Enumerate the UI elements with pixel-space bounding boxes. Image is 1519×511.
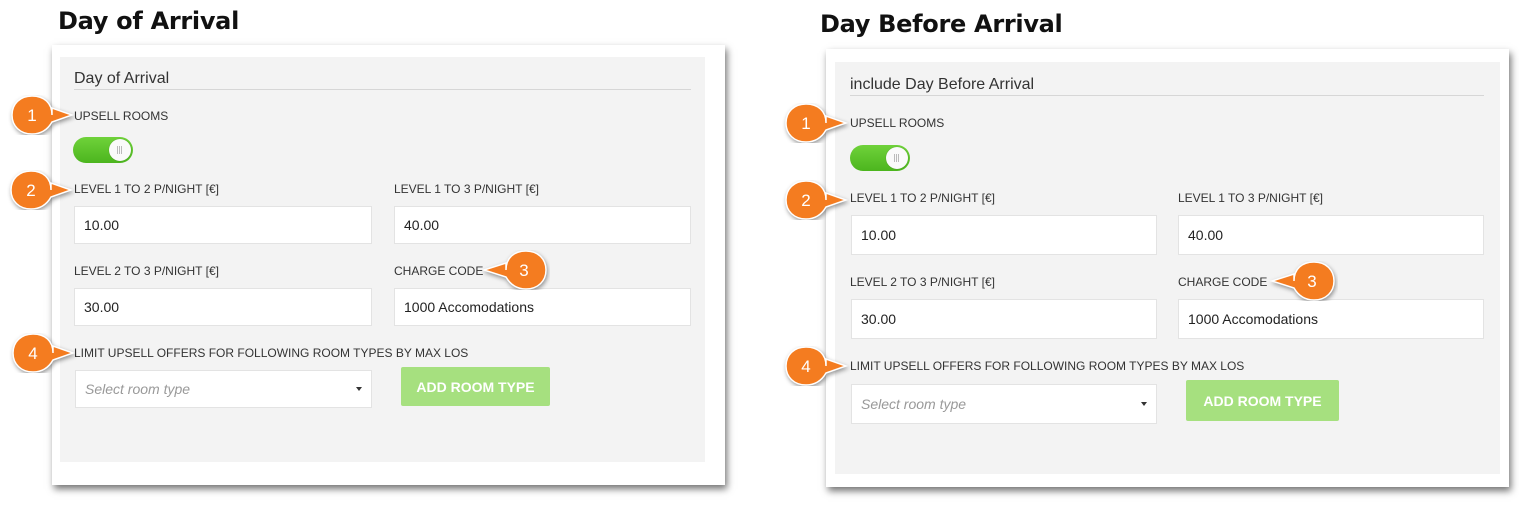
level-1-to-2-input[interactable]: 10.00 [74, 206, 372, 244]
callout-marker-2: 2 [785, 180, 849, 220]
callout-number: 1 [801, 114, 810, 133]
level-2-to-3-input[interactable]: 30.00 [851, 299, 1157, 339]
level-2-to-3-input[interactable]: 30.00 [74, 288, 372, 326]
chevron-down-icon [1141, 402, 1147, 406]
room-type-select-placeholder: Select room type [861, 396, 967, 412]
callout-marker-4: 4 [12, 333, 76, 373]
upsell-rooms-toggle[interactable] [850, 145, 910, 171]
toggle-knob [109, 139, 131, 161]
callout-marker-1: 1 [785, 103, 849, 143]
level-2-to-3-label: LEVEL 2 TO 3 P/NIGHT [€] [74, 264, 219, 278]
level-1-to-2-input[interactable]: 10.00 [851, 215, 1157, 255]
room-type-select[interactable]: Select room type [75, 370, 372, 408]
callout-number: 1 [27, 106, 36, 125]
section-heading-day-of-arrival: Day of Arrival [58, 7, 240, 35]
charge-code-label: CHARGE CODE [394, 264, 484, 278]
charge-code-label: CHARGE CODE [1178, 275, 1268, 289]
callout-number: 2 [801, 191, 810, 210]
callout-number: 3 [1307, 272, 1316, 291]
room-type-select[interactable]: Select room type [851, 384, 1157, 424]
callout-number: 4 [28, 344, 37, 363]
level-1-to-3-input[interactable]: 40.00 [394, 206, 691, 244]
divider [850, 95, 1484, 96]
level-1-to-3-label: LEVEL 1 TO 3 P/NIGHT [€] [1178, 191, 1323, 205]
limit-upsell-label: LIMIT UPSELL OFFERS FOR FOLLOWING ROOM T… [74, 346, 469, 360]
charge-code-input[interactable]: 1000 Accomodations [1178, 299, 1484, 339]
upsell-rooms-toggle[interactable] [73, 137, 133, 163]
callout-marker-2: 2 [10, 170, 74, 210]
panel-title: Day of Arrival [74, 70, 170, 87]
add-room-type-button[interactable]: ADD ROOM TYPE [401, 367, 550, 406]
room-type-select-placeholder: Select room type [85, 381, 191, 397]
upsell-rooms-label: UPSELL ROOMS [850, 116, 945, 130]
divider [74, 89, 691, 90]
level-1-to-2-label: LEVEL 1 TO 2 P/NIGHT [€] [74, 182, 219, 196]
chevron-down-icon [356, 387, 362, 391]
limit-upsell-label: LIMIT UPSELL OFFERS FOR FOLLOWING ROOM T… [850, 359, 1245, 373]
callout-marker-3: 3 [481, 250, 547, 290]
section-heading-day-before-arrival: Day Before Arrival [820, 10, 1063, 38]
level-1-to-3-input[interactable]: 40.00 [1178, 215, 1484, 255]
callout-marker-3: 3 [1269, 261, 1335, 301]
callout-marker-4: 4 [785, 346, 849, 386]
charge-code-input[interactable]: 1000 Accomodations [394, 288, 691, 326]
add-room-type-button[interactable]: ADD ROOM TYPE [1186, 380, 1339, 421]
level-1-to-2-label: LEVEL 1 TO 2 P/NIGHT [€] [850, 191, 995, 205]
panel-title: include Day Before Arrival [850, 76, 1035, 93]
callout-number: 3 [519, 261, 528, 280]
callout-number: 2 [26, 181, 35, 200]
upsell-rooms-label: UPSELL ROOMS [74, 109, 169, 123]
toggle-knob [886, 147, 908, 169]
callout-marker-1: 1 [11, 95, 75, 135]
level-1-to-3-label: LEVEL 1 TO 3 P/NIGHT [€] [394, 182, 539, 196]
callout-number: 4 [801, 357, 810, 376]
level-2-to-3-label: LEVEL 2 TO 3 P/NIGHT [€] [850, 275, 995, 289]
